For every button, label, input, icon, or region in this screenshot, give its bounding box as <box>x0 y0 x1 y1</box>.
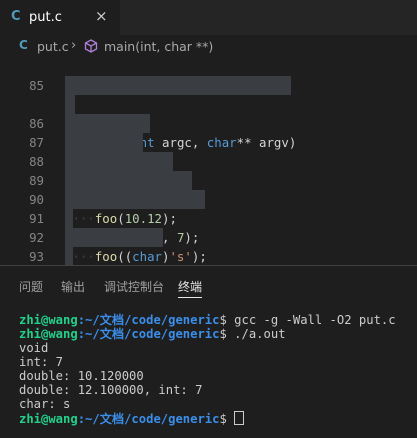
code-line: 91 ····foo(12.10, 7); <box>0 171 417 245</box>
code-line: 95 } <box>0 247 417 321</box>
breadcrumb-symbol[interactable]: main(int, char **) <box>104 39 213 54</box>
selection-highlight <box>65 209 73 228</box>
terminal-prompt[interactable]: zhi@wang:~/文档/code/generic$ <box>19 411 245 426</box>
selection-highlight <box>65 95 75 114</box>
c-file-icon: C <box>11 9 21 24</box>
selection-highlight <box>65 114 150 133</box>
code-line: 88 ····foo(); <box>0 114 417 188</box>
terminal-output: double: 12.100000, int: 7 <box>19 383 203 397</box>
selection-highlight <box>65 152 173 171</box>
selection-highlight <box>65 190 205 209</box>
editor-tab-bar: C put.c × <box>0 0 417 35</box>
code-line: 90 ····foo(10.12); <box>0 152 417 226</box>
terminal-output: double: 10.120000 <box>19 369 144 383</box>
code-line: 94 ····return 0; <box>0 228 417 302</box>
selection-highlight <box>65 133 143 152</box>
tab-put-c[interactable]: C put.c × <box>0 0 120 35</box>
terminal-cursor <box>234 411 245 425</box>
terminal-output: char: s <box>19 397 71 411</box>
tab-output[interactable]: 输出 <box>61 278 85 295</box>
terminal-line: zhi@wang:~/文档/code/generic$ gcc -g -Wall… <box>19 313 396 327</box>
tab-terminal[interactable]: 终端 <box>178 278 202 295</box>
code-editor[interactable]: 85 86 int main(int argc, char** argv) 87… <box>0 57 417 321</box>
selection-highlight <box>65 171 192 190</box>
code-line: 89 ····foo(7); <box>0 133 417 207</box>
selection-highlight <box>65 228 163 247</box>
tab-filename: put.c <box>29 10 62 25</box>
tab-debug-console[interactable]: 调试控制台 <box>104 278 164 295</box>
code-line: 92 ····foo((char)'s'); <box>0 190 417 264</box>
terminal-line: zhi@wang:~/文档/code/generic$ ./a.out <box>19 327 286 341</box>
terminal-output: void <box>19 341 49 355</box>
code-line: 85 <box>0 57 417 93</box>
c-file-icon: C <box>19 38 28 52</box>
selection-highlight <box>65 76 291 95</box>
code-line: 93 <box>0 209 417 264</box>
tab-problems[interactable]: 问题 <box>19 278 43 295</box>
panel-tab-bar: 问题 输出 调试控制台 终端 <box>0 266 417 304</box>
breadcrumb-file[interactable]: put.c <box>37 39 69 54</box>
selection-highlight <box>65 247 73 266</box>
cube-symbol-icon <box>84 39 98 53</box>
terminal-output: int: 7 <box>19 355 64 369</box>
code-line: 87 { <box>0 95 417 169</box>
terminal[interactable]: zhi@wang:~/文档/code/generic$ gcc -g -Wall… <box>0 304 417 438</box>
active-tab-indicator <box>178 297 202 298</box>
breadcrumb: C put.c › main(int, char **) <box>0 35 417 57</box>
code-line: 86 int main(int argc, char** argv) <box>0 76 417 150</box>
chevron-right-icon: › <box>71 38 77 53</box>
close-icon[interactable]: × <box>95 7 108 25</box>
